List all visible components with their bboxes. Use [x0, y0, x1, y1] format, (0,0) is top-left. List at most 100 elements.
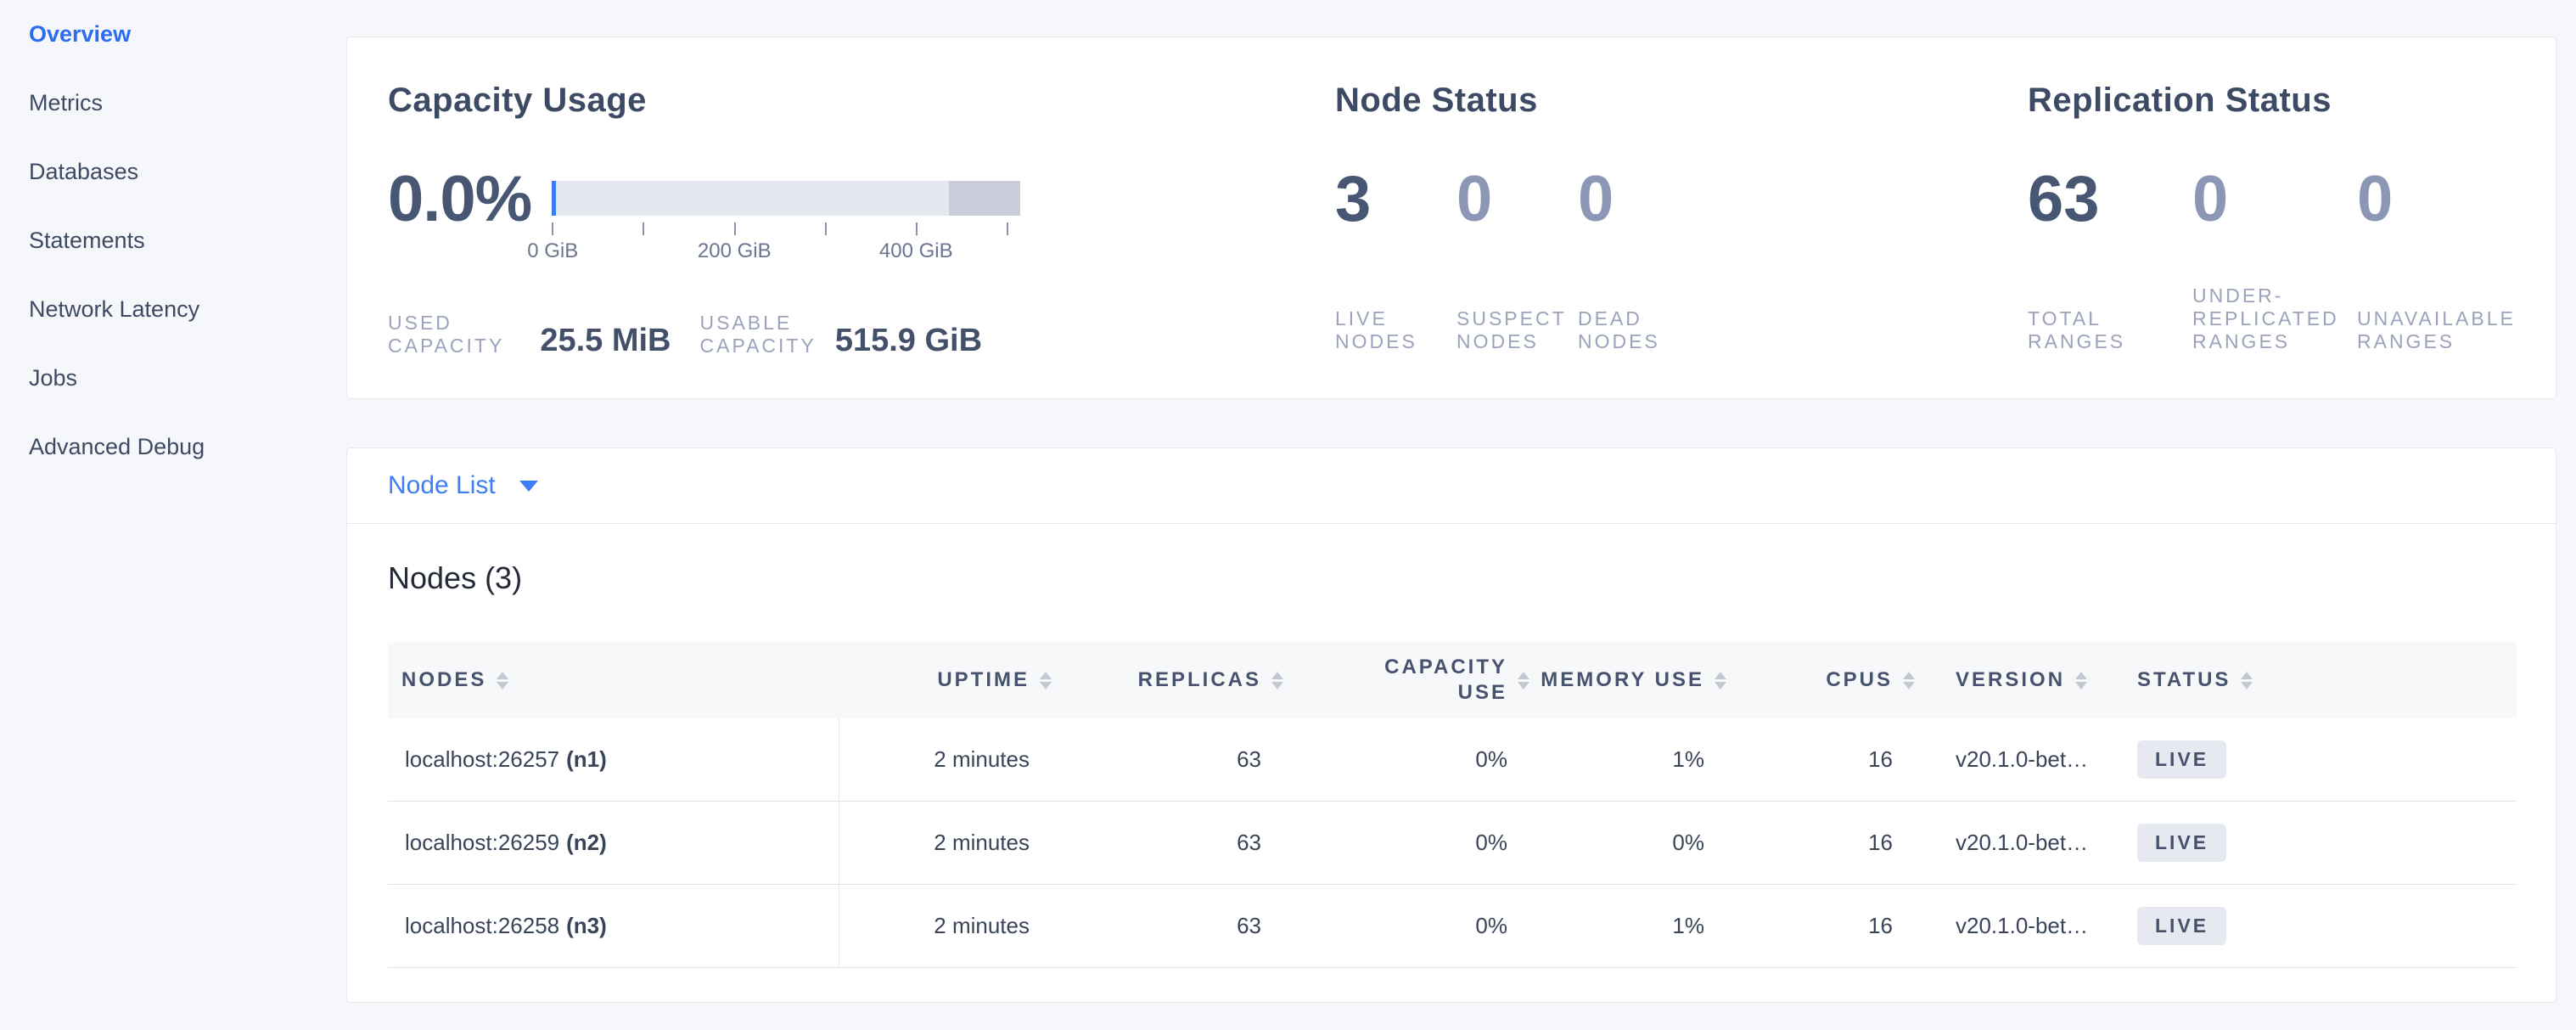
node-status-stats: 3 LIVE NODES 0 SUSPECT NODES 0 [1335, 166, 2028, 353]
unavailable-ranges-stat: 0 UNAVAILABLE RANGES [2357, 166, 2522, 353]
memory-use-cell: 1% [1540, 885, 1737, 967]
table-row[interactable]: localhost:26258 (n3) 2 minutes 63 0% 1% … [388, 885, 2517, 968]
status-cell: LIVE [2137, 885, 2517, 967]
sidebar-nav: Overview Metrics Databases Statements Ne… [0, 0, 346, 1030]
node-list-dropdown-bar: Node List [347, 448, 2556, 524]
status-badge: LIVE [2137, 740, 2226, 779]
unavailable-ranges-label: UNAVAILABLE RANGES [2357, 284, 2522, 353]
node-list-card: Node List Nodes (3) NODES UPTIME REPLICA… [346, 447, 2556, 1003]
uptime-cell: 2 minutes [839, 885, 1062, 967]
node-list-dropdown-label: Node List [388, 471, 496, 500]
node-address-cell[interactable]: localhost:26258 (n3) [388, 885, 839, 967]
column-header-nodes[interactable]: NODES [388, 668, 839, 692]
sort-icon [1040, 672, 1052, 689]
column-header-memory-use[interactable]: MEMORY USE [1540, 668, 1737, 692]
capacity-bar [552, 181, 1020, 216]
capacity-use-cell: 0% [1294, 885, 1540, 967]
sidebar-item-statements[interactable]: Statements [0, 206, 346, 275]
dead-nodes-stat: 0 DEAD NODES [1578, 166, 1699, 353]
sidebar-item-overview[interactable]: Overview [0, 0, 346, 69]
sort-icon [1715, 672, 1726, 689]
uptime-cell: 2 minutes [839, 718, 1062, 801]
sort-icon [2241, 672, 2253, 689]
axis-label-200gib: 200 GiB [698, 239, 772, 263]
sort-icon [1271, 672, 1283, 689]
sidebar-item-metrics[interactable]: Metrics [0, 69, 346, 138]
usable-capacity-value: 515.9 GiB [835, 324, 982, 357]
node-address-cell[interactable]: localhost:26259 (n2) [388, 802, 839, 884]
live-nodes-value: 3 [1335, 166, 1456, 234]
sort-icon [497, 672, 508, 689]
under-replicated-ranges-label: UNDER- REPLICATED RANGES [2192, 284, 2357, 353]
column-header-replicas[interactable]: REPLICAS [1062, 668, 1294, 692]
axis-label-0gib: 0 GiB [527, 239, 578, 263]
capacity-axis-labels: 0 GiB 200 GiB 400 GiB [552, 239, 1020, 263]
chevron-down-icon [519, 481, 538, 492]
live-nodes-stat: 3 LIVE NODES [1335, 166, 1456, 353]
version-cell: v20.1.0-bet… [1925, 885, 2137, 967]
table-row[interactable]: localhost:26257 (n1) 2 minutes 63 0% 1% … [388, 718, 2517, 802]
replicas-cell: 63 [1062, 718, 1294, 801]
cpus-cell: 16 [1737, 885, 1925, 967]
table-row[interactable]: localhost:26259 (n2) 2 minutes 63 0% 0% … [388, 802, 2517, 885]
capacity-bar-other-segment [949, 181, 1020, 216]
nodes-table-header: NODES UPTIME REPLICAS CAPACITY USE MEMOR… [388, 642, 2517, 718]
sidebar-item-databases[interactable]: Databases [0, 138, 346, 206]
suspect-nodes-value: 0 [1456, 166, 1578, 234]
memory-use-cell: 0% [1540, 802, 1737, 884]
replicas-cell: 63 [1062, 885, 1294, 967]
replication-stats: 63 TOTAL RANGES 0 UNDER- REPLICATED RANG… [2028, 166, 2556, 353]
node-list-dropdown[interactable]: Node List [388, 471, 538, 500]
column-header-cpus[interactable]: CPUS [1737, 668, 1925, 692]
sidebar-item-network-latency[interactable]: Network Latency [0, 275, 346, 344]
total-ranges-label: TOTAL RANGES [2028, 284, 2192, 353]
sort-icon [1518, 672, 1529, 689]
capacity-usage-title: Capacity Usage [388, 80, 1335, 121]
capacity-percent-value: 0.0% [388, 166, 531, 263]
status-cell: LIVE [2137, 802, 2517, 884]
replication-status-title: Replication Status [2028, 80, 2556, 121]
sidebar-item-advanced-debug[interactable]: Advanced Debug [0, 413, 346, 481]
column-header-capacity-use[interactable]: CAPACITY USE [1294, 655, 1540, 706]
status-badge: LIVE [2137, 824, 2226, 862]
used-capacity-label: USED CAPACITY [388, 312, 504, 357]
sort-icon [1903, 672, 1915, 689]
capacity-usage-section: Capacity Usage 0.0% 0 GiB 200 GiB [347, 37, 1335, 398]
live-nodes-label: LIVE NODES [1335, 284, 1456, 353]
nodes-count-title: Nodes (3) [388, 560, 2556, 597]
total-ranges-value: 63 [2028, 166, 2192, 234]
unavailable-ranges-value: 0 [2357, 166, 2522, 234]
dead-nodes-label: DEAD NODES [1578, 284, 1699, 353]
sort-icon [2075, 672, 2087, 689]
memory-use-cell: 1% [1540, 718, 1737, 801]
cluster-summary-card: Capacity Usage 0.0% 0 GiB 200 GiB [346, 37, 2556, 399]
usable-capacity-label: USABLE CAPACITY [700, 312, 817, 357]
status-badge: LIVE [2137, 907, 2226, 945]
capacity-use-cell: 0% [1294, 802, 1540, 884]
cpus-cell: 16 [1737, 802, 1925, 884]
under-replicated-ranges-value: 0 [2192, 166, 2357, 234]
nodes-table: NODES UPTIME REPLICAS CAPACITY USE MEMOR… [388, 642, 2517, 968]
uptime-cell: 2 minutes [839, 802, 1062, 884]
capacity-bar-used-segment [552, 181, 556, 216]
capacity-gauge-row: 0.0% 0 GiB 200 GiB 400 GiB [388, 166, 1335, 263]
dead-nodes-value: 0 [1578, 166, 1699, 234]
node-address-cell[interactable]: localhost:26257 (n1) [388, 718, 839, 801]
capacity-use-cell: 0% [1294, 718, 1540, 801]
column-header-status[interactable]: STATUS [2137, 668, 2517, 692]
status-cell: LIVE [2137, 718, 2517, 801]
version-cell: v20.1.0-bet… [1925, 802, 2137, 884]
cpus-cell: 16 [1737, 718, 1925, 801]
column-header-version[interactable]: VERSION [1925, 668, 2137, 692]
sidebar-item-jobs[interactable]: Jobs [0, 344, 346, 413]
version-cell: v20.1.0-bet… [1925, 718, 2137, 801]
axis-label-400gib: 400 GiB [879, 239, 953, 263]
column-header-uptime[interactable]: UPTIME [839, 668, 1062, 692]
suspect-nodes-stat: 0 SUSPECT NODES [1456, 166, 1578, 353]
suspect-nodes-label: SUSPECT NODES [1456, 284, 1578, 353]
node-status-section: Node Status 3 LIVE NODES 0 SUSPECT NODES [1335, 37, 2028, 398]
capacity-stats-row: USED CAPACITY 25.5 MiB USABLE CAPACITY 5… [388, 312, 1335, 357]
node-status-title: Node Status [1335, 80, 2028, 121]
replicas-cell: 63 [1062, 802, 1294, 884]
capacity-bar-chart: 0 GiB 200 GiB 400 GiB [552, 181, 1020, 263]
